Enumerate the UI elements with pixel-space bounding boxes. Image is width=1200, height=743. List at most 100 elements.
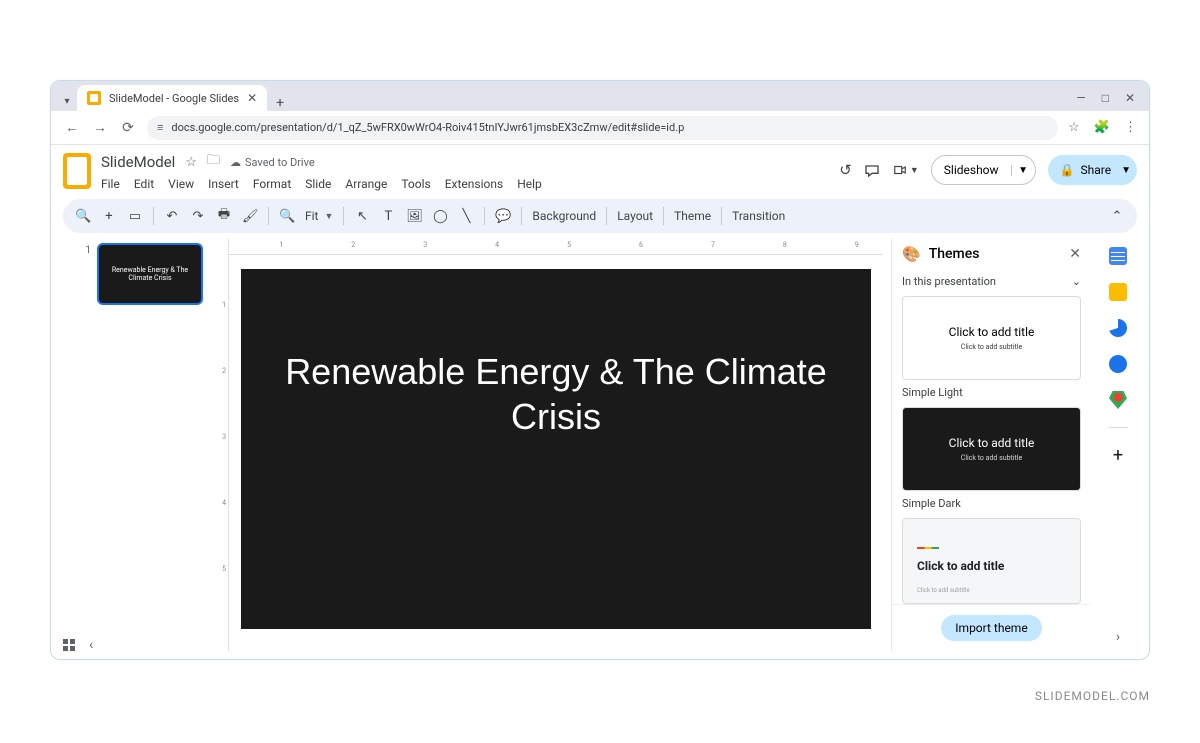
theme-card-simple-light[interactable]: Click to add title Click to add subtitle [902, 296, 1081, 380]
watermark: SLIDEMODEL.COM [1035, 689, 1150, 703]
slides-favicon-icon [87, 91, 101, 105]
print-icon[interactable]: 🖶 [216, 205, 232, 227]
maps-icon[interactable] [1109, 391, 1127, 409]
new-tab-button[interactable]: + [267, 95, 289, 111]
search-menus-icon[interactable]: 🔍 [75, 209, 91, 224]
textbox-icon[interactable]: T [380, 209, 396, 224]
tab-title: SlideModel - Google Slides [109, 92, 239, 105]
browser-toolbar: ← → ⟳ ≡ docs.google.com/presentation/d/1… [51, 111, 1149, 145]
zoom-level-dropdown[interactable]: Fit ▼ [305, 209, 333, 223]
browser-tabstrip: ▾ SlideModel - Google Slides ✕ + — □ ✕ [51, 81, 1149, 111]
menu-extensions[interactable]: Extensions [445, 177, 503, 191]
paint-format-icon[interactable]: 🖌 [242, 209, 258, 224]
menu-slide[interactable]: Slide [305, 177, 331, 191]
window-minimize-icon[interactable]: — [1076, 91, 1085, 105]
theme-label: Simple Dark [902, 497, 1081, 510]
slideshow-dropdown-icon[interactable]: ▼ [1011, 165, 1035, 176]
new-slide-icon[interactable]: + [101, 209, 117, 224]
panel-section-toggle[interactable]: In this presentation ⌄ [892, 269, 1091, 290]
tasks-icon[interactable] [1109, 319, 1127, 337]
close-panel-icon[interactable]: ✕ [1069, 246, 1081, 262]
menu-view[interactable]: View [168, 177, 194, 191]
themes-panel: 🎨 Themes ✕ In this presentation ⌄ Click … [891, 239, 1091, 651]
chevron-down-icon: ⌄ [1072, 275, 1081, 288]
menu-edit[interactable]: Edit [134, 177, 154, 191]
menu-arrange[interactable]: Arrange [345, 177, 387, 191]
slide-canvas[interactable]: Renewable Energy & The Climate Crisis [229, 255, 883, 651]
nav-forward-icon[interactable]: → [91, 119, 109, 136]
zoom-tool-icon[interactable]: 🔍 [279, 209, 295, 224]
menu-format[interactable]: Format [253, 177, 291, 191]
meet-button[interactable]: ▼ [892, 163, 919, 177]
menu-bar: File Edit View Insert Format Slide Arran… [101, 173, 829, 197]
star-icon[interactable]: ☆ [185, 155, 197, 170]
layout-button[interactable]: Layout [617, 209, 653, 223]
slideshow-button[interactable]: Slideshow ▼ [931, 155, 1036, 185]
toolbar-collapse-icon[interactable]: ⌃ [1109, 209, 1125, 224]
comments-icon[interactable] [864, 162, 880, 178]
keep-icon[interactable] [1109, 283, 1127, 301]
site-info-icon[interactable]: ≡ [157, 121, 163, 134]
accent-bar [917, 547, 939, 549]
line-icon[interactable]: ╲ [458, 209, 474, 224]
addons-plus-icon[interactable]: + [1109, 446, 1127, 464]
main-area: 1 Renewable Energy & The Climate Crisis … [51, 239, 1149, 651]
vertical-ruler: 12345 [211, 239, 229, 651]
side-panel-rail: + › [1099, 239, 1137, 651]
close-tab-icon[interactable]: ✕ [247, 91, 257, 105]
toolbar: 🔍 + ▭ ↶ ↷ 🖶 🖌 🔍 Fit ▼ ↖ T 🖼 ◯ ╲ 💬 Backgr… [63, 199, 1137, 233]
window-close-icon[interactable]: ✕ [1125, 91, 1135, 105]
transition-button[interactable]: Transition [732, 209, 785, 223]
url-text: docs.google.com/presentation/d/1_qZ_5wFR… [171, 121, 684, 134]
new-slide-layout-icon[interactable]: ▭ [127, 209, 143, 224]
window-maximize-icon[interactable]: □ [1102, 91, 1109, 105]
background-button[interactable]: Background [532, 209, 596, 223]
shape-icon[interactable]: ◯ [432, 209, 448, 224]
share-dropdown-icon[interactable]: ▼ [1117, 165, 1131, 176]
cloud-icon: ☁ [230, 156, 241, 169]
undo-icon[interactable]: ↶ [164, 209, 180, 224]
tabs-dropdown-icon[interactable]: ▾ [57, 91, 77, 111]
theme-button[interactable]: Theme [674, 209, 711, 223]
lock-icon: 🔒 [1060, 163, 1075, 177]
browser-menu-icon[interactable]: ⋮ [1124, 120, 1137, 135]
redo-icon[interactable]: ↷ [190, 209, 206, 224]
slides-logo-icon[interactable] [63, 153, 91, 189]
url-input[interactable]: ≡ docs.google.com/presentation/d/1_qZ_5w… [147, 116, 1058, 140]
theme-label: Simple Light [902, 386, 1081, 399]
theme-card-simple-dark[interactable]: Click to add title Click to add subtitle [902, 407, 1081, 491]
slide-title[interactable]: Renewable Energy & The Climate Crisis [241, 349, 871, 439]
filmstrip-nav-icon[interactable]: ‹ [89, 637, 93, 653]
grid-view-icon[interactable] [63, 639, 75, 651]
horizontal-ruler: 123456789 [229, 239, 883, 255]
slide-thumbnail-1[interactable]: Renewable Energy & The Climate Crisis [97, 243, 203, 305]
history-icon[interactable]: ↺ [839, 161, 852, 179]
footer-controls: ‹ [63, 637, 93, 653]
image-icon[interactable]: 🖼 [406, 209, 422, 224]
panel-title: Themes [929, 246, 980, 262]
extensions-icon[interactable]: 🧩 [1094, 120, 1110, 135]
comment-icon[interactable]: 💬 [495, 209, 511, 224]
slide[interactable]: Renewable Energy & The Climate Crisis [241, 269, 871, 629]
save-status[interactable]: ☁ Saved to Drive [230, 156, 315, 169]
select-tool-icon[interactable]: ↖ [354, 209, 370, 224]
slide-thumbnails: 1 Renewable Energy & The Climate Crisis [63, 239, 203, 651]
menu-tools[interactable]: Tools [401, 177, 430, 191]
hide-sidepanel-icon[interactable]: › [1116, 629, 1120, 651]
calendar-icon[interactable] [1109, 247, 1127, 265]
menu-insert[interactable]: Insert [208, 177, 239, 191]
bookmark-icon[interactable]: ☆ [1068, 120, 1080, 135]
contacts-icon[interactable] [1109, 355, 1127, 373]
app-header: SlideModel ☆ 🗀 ☁ Saved to Drive File Edi… [51, 145, 1149, 197]
canvas-area: 12345 123456789 Renewable Energy & The C… [211, 239, 883, 651]
nav-reload-icon[interactable]: ⟳ [119, 120, 137, 136]
nav-back-icon[interactable]: ← [63, 119, 81, 136]
menu-help[interactable]: Help [517, 177, 542, 191]
document-title[interactable]: SlideModel [101, 153, 175, 171]
browser-tab[interactable]: SlideModel - Google Slides ✕ [77, 85, 267, 111]
theme-card-streamline[interactable]: Click to add title Click to add subtitle [902, 518, 1081, 604]
menu-file[interactable]: File [101, 177, 120, 191]
import-theme-button[interactable]: Import theme [941, 615, 1041, 641]
share-button[interactable]: 🔒 Share ▼ [1048, 155, 1137, 185]
move-icon[interactable]: 🗀 [207, 151, 220, 173]
